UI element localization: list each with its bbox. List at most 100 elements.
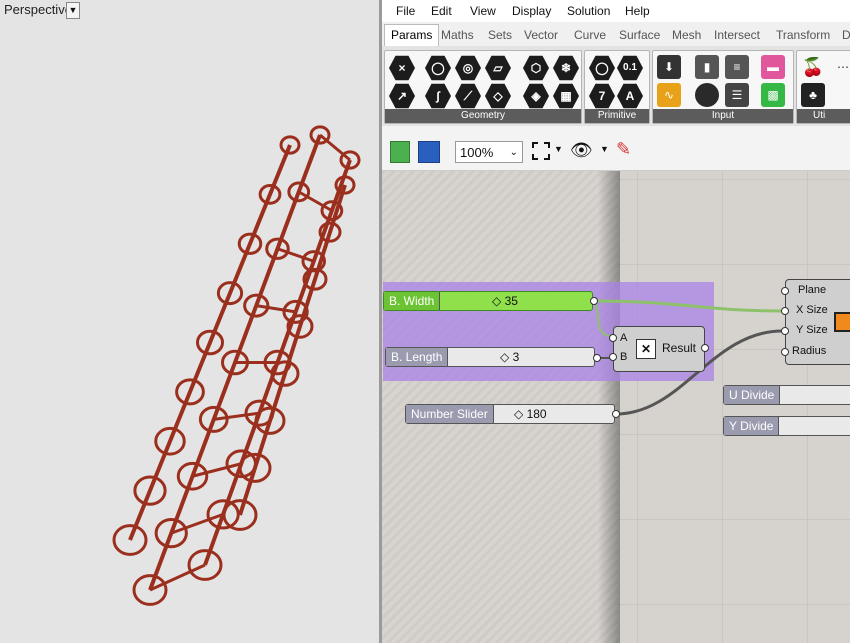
menu-view[interactable]: View <box>470 4 496 18</box>
button-icon[interactable] <box>695 83 719 107</box>
slider-b-length[interactable]: B. Length ◇ 3 <box>385 347 595 367</box>
zoom-extents-icon[interactable] <box>532 142 550 160</box>
tab-vector[interactable]: Vector <box>524 28 558 42</box>
menu-file[interactable]: File <box>396 4 415 18</box>
chain-link <box>128 144 292 541</box>
ribbon-group-label-input: Input <box>653 109 793 123</box>
slider-value: ◇ 35 <box>492 294 518 308</box>
vector-param-icon[interactable]: ↗ <box>389 83 415 109</box>
field-param-icon[interactable]: ❄ <box>553 55 579 81</box>
chevron-down-icon[interactable]: ▼ <box>554 144 563 154</box>
chain-cross-link <box>319 133 351 162</box>
menu-help[interactable]: Help <box>625 4 650 18</box>
plane-param-icon[interactable]: ◇ <box>485 83 511 109</box>
surface-param-icon[interactable]: ◈ <box>523 83 549 109</box>
input-port-plane[interactable] <box>781 287 789 295</box>
tab-more[interactable]: D <box>842 28 850 42</box>
zoom-select[interactable]: 100% ⌄ <box>455 141 523 163</box>
mesh-param-icon[interactable]: ▦ <box>553 83 579 109</box>
swatch-icon[interactable]: ▩ <box>761 83 785 107</box>
tree-icon[interactable]: ♣ <box>801 83 825 107</box>
text-param-icon[interactable]: A <box>617 83 643 109</box>
gradient-icon[interactable]: ▬ <box>761 55 785 79</box>
value-list-icon[interactable]: ☰ <box>725 83 749 107</box>
toggle-icon[interactable]: ▮ <box>695 55 719 79</box>
viewport-dropdown-icon[interactable]: ▼ <box>66 2 80 19</box>
slider-output-port[interactable] <box>612 410 620 418</box>
canvas-toolbar: ▼ 👁 ▼ ✎ <box>382 126 850 171</box>
ribbon-group-label-geometry: Geometry <box>385 109 581 123</box>
cluster-icon[interactable]: ⋯ <box>831 55 850 79</box>
tab-sets[interactable]: Sets <box>488 28 512 42</box>
multiply-component[interactable]: A B ✕ Result <box>613 326 705 372</box>
brep-param-icon[interactable]: ⬡ <box>523 55 549 81</box>
slider-b-width[interactable]: B. Width ◇ 35 <box>383 291 593 311</box>
input-port-ysize[interactable] <box>781 327 789 335</box>
chevron-down-icon[interactable]: ▼ <box>600 144 609 154</box>
chain-cross-link <box>256 304 296 314</box>
slider-y-divide[interactable]: Y Divide <box>723 416 850 436</box>
input-port-radius[interactable] <box>781 348 789 356</box>
slider-value: ◇ 3 <box>500 350 520 364</box>
import-icon[interactable]: ⬇ <box>657 55 681 79</box>
save-file-icon[interactable] <box>418 141 440 163</box>
component-ribbon: × ◯ ◎ ▱ ⬡ ❄ ↗ ∫ ⟋ ◇ ◈ ▦ Geometry ◯ 0.1 7… <box>382 46 850 126</box>
output-result-label: Result <box>662 341 697 355</box>
integer-param-icon[interactable]: 7 <box>589 83 615 109</box>
menu-solution[interactable]: Solution <box>567 4 610 18</box>
box-param-icon[interactable]: ▱ <box>485 55 511 81</box>
ribbon-group-util: 🍒 ⋯ ♣ Uti <box>796 50 850 124</box>
tab-curve[interactable]: Curve <box>574 28 606 42</box>
slider-number[interactable]: Number Slider ◇ 180 <box>405 404 615 424</box>
slider-output-port[interactable] <box>593 354 601 362</box>
viewport-title[interactable]: Perspective <box>0 0 76 19</box>
number-param-icon[interactable]: 0.1 <box>617 55 643 81</box>
eye-icon[interactable]: 👁 <box>570 140 593 161</box>
ribbon-group-label-primitive: Primitive <box>585 109 649 123</box>
slider-label: U Divide <box>724 386 781 404</box>
zoom-value: 100% <box>460 145 494 160</box>
cherry-icon[interactable]: 🍒 <box>801 55 825 79</box>
boolean-param-icon[interactable]: ◯ <box>589 55 615 81</box>
tab-maths[interactable]: Maths <box>441 28 474 42</box>
menu-edit[interactable]: Edit <box>431 4 452 18</box>
sketch-pen-icon[interactable]: ✎ <box>616 139 631 160</box>
multiply-icon: ✕ <box>636 339 656 359</box>
input-port-b[interactable] <box>609 353 617 361</box>
input-plane-label: Plane <box>798 284 827 296</box>
tab-transform[interactable]: Transform <box>776 28 830 42</box>
ribbon-group-label-util: Uti <box>797 109 850 123</box>
input-a-label: A <box>620 332 628 344</box>
input-port-xsize[interactable] <box>781 307 789 315</box>
tab-intersect[interactable]: Intersect <box>714 28 760 42</box>
rhino-viewport[interactable] <box>0 0 379 643</box>
graph-mapper-icon[interactable]: ∿ <box>657 83 681 107</box>
menu-bar: File Edit View Display Solution Help <box>382 0 850 22</box>
slider-label: B. Width <box>384 292 441 310</box>
line-param-icon[interactable]: ⟋ <box>455 83 481 109</box>
curve-param-icon[interactable]: ∫ <box>425 83 451 109</box>
slider-icon[interactable]: ≡ <box>725 55 749 79</box>
tab-mesh[interactable]: Mesh <box>672 28 701 42</box>
slider-u-divide[interactable]: U Divide <box>723 385 850 405</box>
open-file-icon[interactable] <box>390 141 410 163</box>
slider-label: Y Divide <box>724 417 780 435</box>
input-port-a[interactable] <box>609 334 617 342</box>
slider-label: Number Slider <box>406 405 494 423</box>
rectangle-icon <box>834 312 850 332</box>
tab-surface[interactable]: Surface <box>619 28 660 42</box>
circle-param-icon[interactable]: ◯ <box>425 55 451 81</box>
circular-arc-param-icon[interactable]: ◎ <box>455 55 481 81</box>
slider-label: B. Length <box>386 348 449 366</box>
menu-display[interactable]: Display <box>512 4 551 18</box>
slider-output-port[interactable] <box>590 297 598 305</box>
tab-params[interactable]: Params <box>384 24 440 48</box>
ribbon-group-geometry: × ◯ ◎ ▱ ⬡ ❄ ↗ ∫ ⟋ ◇ ◈ ▦ Geometry <box>384 50 582 124</box>
output-port-result[interactable] <box>701 344 709 352</box>
wire-width-to-xsize[interactable] <box>593 299 783 313</box>
rectangle-component[interactable]: Plane X Size Y Size Radius <box>785 279 850 365</box>
chevron-down-icon: ⌄ <box>509 147 518 158</box>
wire-width-to-mult-a[interactable] <box>593 300 613 337</box>
chain-cross-link <box>277 247 315 263</box>
point-param-icon[interactable]: × <box>389 55 415 81</box>
